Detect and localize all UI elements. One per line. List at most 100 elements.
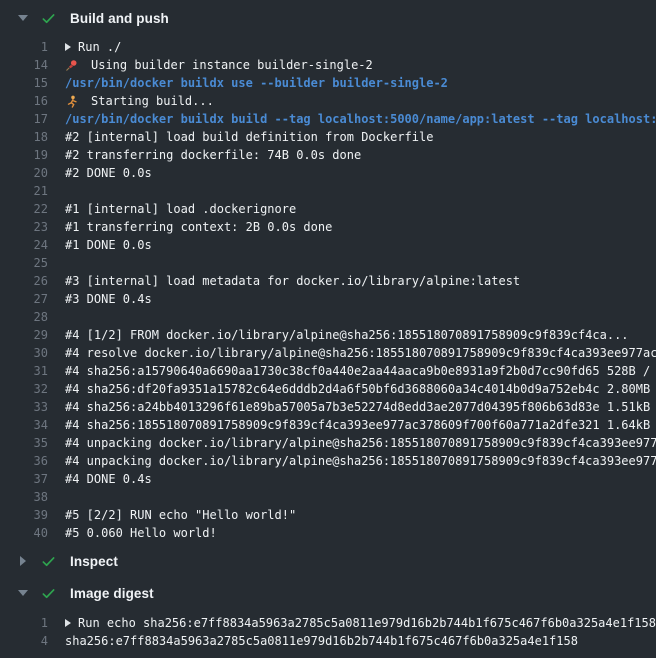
line-number[interactable]: 4	[0, 634, 48, 648]
line-number[interactable]: 39	[0, 508, 48, 522]
log-line: 1 Run ./	[0, 38, 656, 56]
play-triangle-icon[interactable]	[65, 43, 71, 51]
line-number[interactable]: 18	[0, 130, 48, 144]
line-number[interactable]: 1	[0, 616, 48, 630]
line-content: #4 unpacking docker.io/library/alpine@sh…	[48, 436, 656, 450]
log-line: 4 sha256:e7ff8834a5963a2785c5a0811e979d16…	[0, 632, 656, 650]
line-text: Run echo sha256:e7ff8834a5963a2785c5a081…	[78, 616, 656, 630]
line-content: #3 DONE 0.4s	[48, 292, 152, 306]
line-text: #3 DONE 0.4s	[65, 292, 152, 306]
line-text: #3 [internal] load metadata for docker.i…	[65, 274, 520, 288]
line-number[interactable]: 31	[0, 364, 48, 378]
section-header-inspect[interactable]: Inspect	[0, 551, 656, 571]
line-text: #4 resolve docker.io/library/alpine@sha2…	[65, 346, 656, 360]
line-number[interactable]: 34	[0, 418, 48, 432]
log-line: 19#2 transferring dockerfile: 74B 0.0s d…	[0, 146, 656, 164]
log-line: 29 #4 [1/2] FROM docker.io/library/alpine…	[0, 326, 656, 344]
line-text: sha256:e7ff8834a5963a2785c5a0811e979d16b…	[65, 634, 578, 648]
line-number[interactable]: 36	[0, 454, 48, 468]
chevron-right-icon[interactable]	[17, 556, 29, 566]
line-number[interactable]: 29	[0, 328, 48, 342]
line-text: #5 0.060 Hello world!	[65, 526, 217, 540]
line-content: #2 [internal] load build definition from…	[48, 130, 433, 144]
line-number[interactable]: 33	[0, 400, 48, 414]
line-content: #5 [2/2] RUN echo "Hello world!"	[48, 508, 296, 522]
chevron-shape	[20, 556, 26, 566]
line-number[interactable]: 28	[0, 310, 48, 324]
chevron-shape	[18, 590, 28, 596]
chevron-down-icon[interactable]	[17, 15, 29, 21]
chevron-down-icon[interactable]	[17, 590, 29, 596]
line-text: #4 [1/2] FROM docker.io/library/alpine@s…	[65, 328, 629, 342]
workflow-log-viewer: Build and push1Run ./14Using builder ins…	[0, 0, 656, 658]
line-number[interactable]: 1	[0, 40, 48, 54]
line-content: #3 [internal] load metadata for docker.i…	[48, 274, 520, 288]
line-number[interactable]: 40	[0, 526, 48, 540]
line-text: #4 unpacking docker.io/library/alpine@sh…	[65, 454, 656, 468]
line-number[interactable]: 21	[0, 184, 48, 198]
section-header-image-digest[interactable]: Image digest	[0, 583, 656, 603]
line-content: #4 DONE 0.4s	[48, 472, 152, 486]
line-number[interactable]: 23	[0, 220, 48, 234]
line-content: sha256:e7ff8834a5963a2785c5a0811e979d16b…	[48, 634, 578, 648]
line-content: #1 DONE 0.0s	[48, 238, 152, 252]
line-number[interactable]: 16	[0, 94, 48, 108]
line-text: #4 sha256:a15790640a6690aa1730c38cf0a440…	[65, 364, 656, 378]
line-text: #1 DONE 0.0s	[65, 238, 152, 252]
line-number[interactable]: 25	[0, 256, 48, 270]
line-content: Run ./	[48, 40, 121, 54]
line-content: Run echo sha256:e7ff8834a5963a2785c5a081…	[48, 616, 656, 630]
log-line: 26 #3 [internal] load metadata for docker…	[0, 272, 656, 290]
line-content: /usr/bin/docker buildx build --tag local…	[48, 112, 656, 126]
line-number[interactable]: 20	[0, 166, 48, 180]
section-lines-build-and-push: 1 Run ./ 14 Using builder instance builder-…	[0, 38, 656, 542]
line-content: Starting build...	[48, 94, 214, 108]
runner-icon	[65, 95, 78, 108]
line-content: #4 sha256:185518070891758909c9f839cf4ca3…	[48, 418, 656, 432]
log-line: 33#4 sha256:a24bb4013296f61e89ba57005a7b…	[0, 398, 656, 416]
section-header-build-and-push[interactable]: Build and push	[0, 8, 656, 28]
chevron-shape	[18, 15, 28, 21]
line-content: #4 unpacking docker.io/library/alpine@sh…	[48, 454, 656, 468]
log-line: 37#4 DONE 0.4s	[0, 470, 656, 488]
log-line: 38	[0, 488, 656, 506]
line-number[interactable]: 15	[0, 76, 48, 90]
section-image-digest: Image digest 1 Run echo sha256:e7ff8834a59…	[0, 583, 656, 650]
line-text: #4 unpacking docker.io/library/alpine@sh…	[65, 436, 656, 450]
line-number[interactable]: 32	[0, 382, 48, 396]
log-line: 14 Using builder instance builder-single-…	[0, 56, 656, 74]
line-text: Using builder instance builder-single-2	[91, 58, 373, 72]
line-text: Run ./	[78, 40, 121, 54]
log-line: 20#2 DONE 0.0s	[0, 164, 656, 182]
line-number[interactable]: 22	[0, 202, 48, 216]
line-content: #4 sha256:df20fa9351a15782c64e6dddb2d4a6…	[48, 382, 656, 396]
line-number[interactable]: 17	[0, 112, 48, 126]
check-icon	[40, 10, 56, 26]
log-line: 17/usr/bin/docker buildx build --tag loc…	[0, 110, 656, 128]
line-number[interactable]: 37	[0, 472, 48, 486]
play-triangle-icon[interactable]	[65, 619, 71, 627]
line-content: #4 [1/2] FROM docker.io/library/alpine@s…	[48, 328, 629, 342]
log-line: 32#4 sha256:df20fa9351a15782c64e6dddb2d4…	[0, 380, 656, 398]
line-number[interactable]: 19	[0, 148, 48, 162]
line-number[interactable]: 30	[0, 346, 48, 360]
line-content: /usr/bin/docker buildx use --builder bui…	[48, 76, 448, 90]
line-text: /usr/bin/docker buildx use --builder bui…	[65, 76, 448, 90]
section-lines-image-digest: 1 Run echo sha256:e7ff8834a5963a2785c5a08…	[0, 614, 656, 650]
line-content: #2 DONE 0.0s	[48, 166, 152, 180]
log-line: 31 #4 sha256:a15790640a6690aa1730c38cf0a4…	[0, 362, 656, 380]
line-number[interactable]: 26	[0, 274, 48, 288]
line-text: #2 [internal] load build definition from…	[65, 130, 433, 144]
line-number[interactable]: 35	[0, 436, 48, 450]
line-text: #1 [internal] load .dockerignore	[65, 202, 296, 216]
section-title: Image digest	[70, 586, 154, 601]
log-line: 28	[0, 308, 656, 326]
line-number[interactable]: 24	[0, 238, 48, 252]
line-text: #4 sha256:185518070891758909c9f839cf4ca3…	[65, 418, 656, 432]
line-number[interactable]: 27	[0, 292, 48, 306]
log-line: 34 #4 sha256:185518070891758909c9f839cf4c…	[0, 416, 656, 434]
log-line: 24 #1 DONE 0.0s	[0, 236, 656, 254]
line-number[interactable]: 14	[0, 58, 48, 72]
line-number[interactable]: 38	[0, 490, 48, 504]
log-line: 30 #4 resolve docker.io/library/alpine@sh…	[0, 344, 656, 362]
